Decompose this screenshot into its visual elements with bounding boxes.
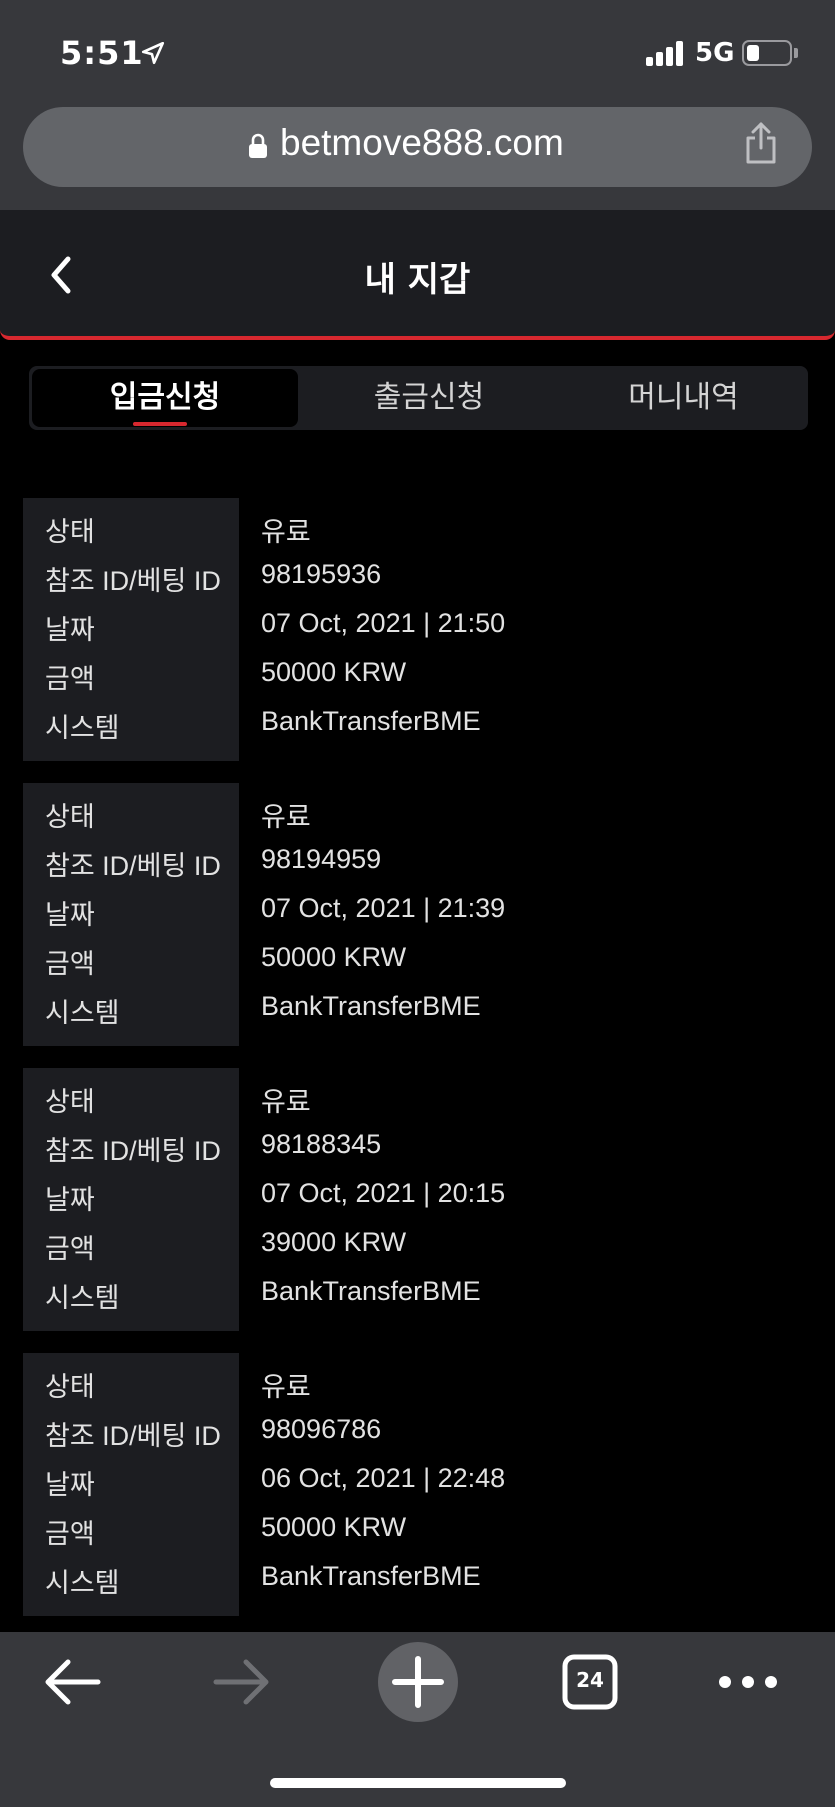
- record-row: 시스템 BankTransferBME: [23, 991, 813, 1040]
- record-field-value: 39000 KRW: [261, 1227, 407, 1257]
- record-field-label: 날짜: [45, 900, 95, 930]
- home-indicator[interactable]: [270, 1778, 566, 1788]
- record-field-label: 금액: [45, 1519, 95, 1549]
- record-field-value: 98195936: [261, 559, 382, 589]
- record-row: 참조 ID/베팅 ID 98194959: [23, 844, 813, 893]
- record-field-value: BankTransferBME: [261, 1561, 481, 1591]
- network-type: 5G: [695, 38, 735, 68]
- record-field-label: 금액: [45, 949, 95, 979]
- lock-icon: [249, 133, 267, 158]
- record-field-value: 유료: [261, 1087, 311, 1117]
- record-field-label: 시스템: [45, 1283, 120, 1313]
- record-row: 시스템 BankTransferBME: [23, 1276, 813, 1325]
- status-bar: 5:51 5G: [0, 0, 835, 100]
- record-field-label: 상태: [45, 1372, 95, 1402]
- tab-count: 24: [576, 1668, 604, 1692]
- record-field-value: 50000 KRW: [261, 942, 407, 972]
- active-tab-indicator: [133, 422, 187, 426]
- tab-money-history[interactable]: 머니내역: [559, 366, 808, 430]
- record-field-label: 날짜: [45, 1470, 95, 1500]
- record-field-label: 상태: [45, 1087, 95, 1117]
- tab-withdraw-request[interactable]: 출금신청: [299, 366, 559, 430]
- battery-icon: [742, 40, 792, 66]
- record-row: 상태 유료: [23, 510, 813, 559]
- transaction-record: 상태 유료참조 ID/베팅 ID 98194959 날짜 07 Oct, 2021 | …: [23, 783, 813, 1046]
- record-field-label: 참조 ID/베팅 ID: [45, 1136, 221, 1166]
- record-field-value: BankTransferBME: [261, 706, 481, 736]
- record-row: 날짜 06 Oct, 2021 | 22:48: [23, 1463, 813, 1512]
- record-row: 금액 50000 KRW: [23, 942, 813, 991]
- record-field-value: 유료: [261, 517, 311, 547]
- record-field-label: 시스템: [45, 998, 120, 1028]
- record-field-value: 06 Oct, 2021 | 22:48: [261, 1463, 506, 1493]
- transaction-record: 상태 유료참조 ID/베팅 ID 98188345 날짜 07 Oct, 2021 | …: [23, 1068, 813, 1331]
- signal-icon: [646, 40, 686, 66]
- record-field-value: BankTransferBME: [261, 1276, 481, 1306]
- transaction-record: 상태 유료참조 ID/베팅 ID 98195936 날짜 07 Oct, 2021 | …: [23, 498, 813, 761]
- record-field-label: 상태: [45, 517, 95, 547]
- record-field-value: 07 Oct, 2021 | 21:39: [261, 893, 506, 923]
- url-text[interactable]: betmove888.com: [280, 122, 564, 164]
- record-field-label: 참조 ID/베팅 ID: [45, 566, 221, 596]
- plus-icon[interactable]: [377, 1641, 459, 1723]
- record-field-label: 참조 ID/베팅 ID: [45, 1421, 221, 1451]
- record-field-label: 금액: [45, 1234, 95, 1264]
- wallet-tabs: 입금신청 출금신청 머니내역: [29, 366, 808, 430]
- record-field-value: 유료: [261, 802, 311, 832]
- record-row: 상태 유료: [23, 795, 813, 844]
- arrow-left-icon[interactable]: [42, 1658, 102, 1706]
- transaction-record: 상태 유료참조 ID/베팅 ID 98096786 날짜 06 Oct, 2021 | …: [23, 1353, 813, 1616]
- arrow-right-icon[interactable]: [212, 1658, 272, 1706]
- record-field-value: 유료: [261, 1372, 311, 1402]
- record-field-label: 상태: [45, 802, 95, 832]
- share-icon[interactable]: [744, 122, 778, 164]
- record-field-value: 50000 KRW: [261, 1512, 407, 1542]
- record-field-label: 금액: [45, 664, 95, 694]
- record-row: 금액 39000 KRW: [23, 1227, 813, 1276]
- record-field-value: 50000 KRW: [261, 657, 407, 687]
- record-field-value: 98188345: [261, 1129, 382, 1159]
- record-row: 날짜 07 Oct, 2021 | 20:15: [23, 1178, 813, 1227]
- record-field-value: 98096786: [261, 1414, 382, 1444]
- record-row: 참조 ID/베팅 ID 98195936: [23, 559, 813, 608]
- record-field-value: BankTransferBME: [261, 991, 481, 1021]
- record-field-label: 참조 ID/베팅 ID: [45, 851, 221, 881]
- record-row: 금액 50000 KRW: [23, 1512, 813, 1561]
- record-row: 상태 유료: [23, 1365, 813, 1414]
- record-field-label: 날짜: [45, 1185, 95, 1215]
- tab-deposit-request[interactable]: 입금신청: [32, 369, 298, 427]
- record-row: 날짜 07 Oct, 2021 | 21:50: [23, 608, 813, 657]
- record-field-value: 07 Oct, 2021 | 21:50: [261, 608, 506, 638]
- location-arrow-icon: [141, 41, 165, 65]
- browser-chrome: 5:51 5G betmove888.com: [0, 0, 835, 210]
- record-row: 상태 유료: [23, 1080, 813, 1129]
- record-row: 시스템 BankTransferBME: [23, 1561, 813, 1610]
- record-field-label: 시스템: [45, 1568, 120, 1598]
- battery-tip: [794, 48, 798, 58]
- record-field-value: 07 Oct, 2021 | 20:15: [261, 1178, 506, 1208]
- status-time: 5:51: [60, 34, 144, 72]
- record-row: 날짜 07 Oct, 2021 | 21:39: [23, 893, 813, 942]
- record-row: 시스템 BankTransferBME: [23, 706, 813, 755]
- page-title: 내 지갑: [364, 260, 471, 300]
- record-row: 참조 ID/베팅 ID 98188345: [23, 1129, 813, 1178]
- record-field-value: 98194959: [261, 844, 382, 874]
- more-icon[interactable]: [716, 1670, 780, 1694]
- record-field-label: 날짜: [45, 615, 95, 645]
- record-row: 금액 50000 KRW: [23, 657, 813, 706]
- record-row: 참조 ID/베팅 ID 98096786: [23, 1414, 813, 1463]
- record-field-label: 시스템: [45, 713, 120, 743]
